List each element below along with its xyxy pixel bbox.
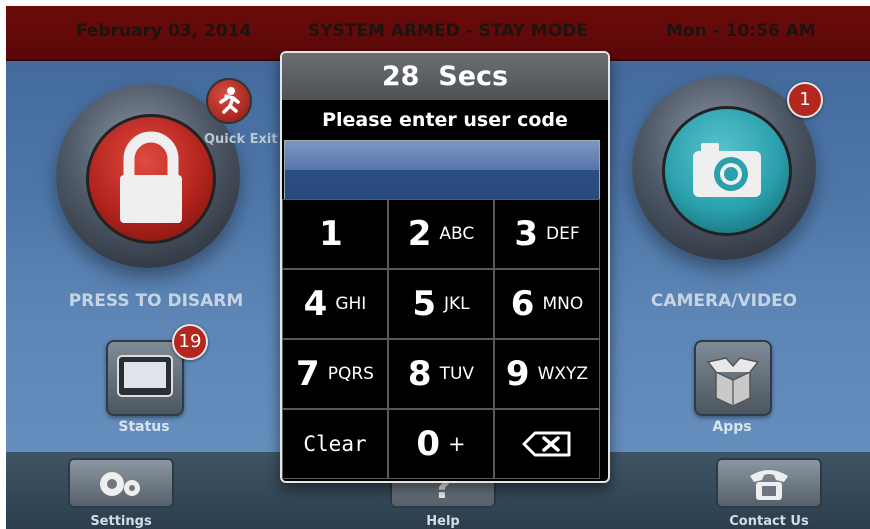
key-4-letters: GHI (335, 294, 367, 314)
settings-button[interactable] (68, 458, 174, 508)
arm-status-text: SYSTEM ARMED - STAY MODE (308, 21, 588, 41)
key-3-letters: DEF (546, 224, 580, 244)
apps-label: Apps (712, 419, 752, 435)
clear-button[interactable]: Clear (282, 409, 388, 479)
key-0[interactable]: 0 + (388, 409, 494, 479)
code-prompt: Please enter user code (282, 100, 608, 140)
key-3[interactable]: 3 DEF (494, 199, 600, 269)
key-8-letters: TUV (439, 364, 475, 384)
header-time: Mon - 10:56 AM (666, 21, 816, 41)
tablet-icon (117, 355, 173, 397)
key-2[interactable]: 2 ABC (388, 199, 494, 269)
key-8-number: 8 (407, 354, 432, 394)
key-6-number: 6 (510, 284, 535, 324)
camera-badge: 1 (787, 82, 823, 118)
key-8[interactable]: 8 TUV (388, 339, 494, 409)
key-2-letters: ABC (439, 224, 475, 244)
camera-circle (662, 106, 792, 236)
key-5[interactable]: 5 JKL (388, 269, 494, 339)
key-9-number: 9 (505, 354, 530, 394)
settings-label: Settings (90, 514, 152, 529)
box-icon (706, 357, 760, 407)
key-5-letters: JKL (444, 294, 470, 314)
key-3-number: 3 (514, 214, 539, 254)
key-9[interactable]: 9 WXYZ (494, 339, 600, 409)
key-0-plus: + (448, 432, 466, 456)
key-7-letters: PQRS (327, 364, 374, 384)
key-4[interactable]: 4 GHI (282, 269, 388, 339)
key-7-number: 7 (296, 354, 320, 394)
key-0-number: 0 (416, 424, 441, 464)
quick-exit-button[interactable] (206, 78, 252, 124)
key-9-letters: WXYZ (537, 364, 589, 384)
apps-button[interactable] (694, 340, 772, 416)
contact-us-label: Contact Us (729, 514, 809, 529)
key-1-number: 1 (319, 214, 343, 254)
backspace-icon (522, 431, 571, 457)
key-1[interactable]: 1 (282, 199, 388, 269)
status-button[interactable] (106, 340, 184, 416)
status-label: Status (118, 419, 170, 435)
user-code-field[interactable] (284, 140, 600, 200)
quick-exit-label: Quick Exit (204, 132, 278, 147)
backspace-button[interactable] (494, 409, 600, 479)
alarm-panel-screen: February 03, 2014 SYSTEM ARMED - STAY MO… (6, 6, 870, 529)
key-6-letters: MNO (542, 294, 584, 314)
lock-icon (120, 131, 182, 223)
telephone-icon (750, 470, 788, 500)
status-badge: 19 (172, 324, 208, 360)
contact-us-button[interactable] (716, 458, 822, 508)
key-7[interactable]: 7 PQRS (282, 339, 388, 409)
lock-circle (86, 114, 216, 244)
user-code-dialog: 28 Secs Please enter user code 1 2 ABC 3… (280, 51, 610, 483)
running-man-icon (219, 87, 240, 114)
countdown-timer: 28 Secs (282, 53, 608, 100)
key-5-number: 5 (412, 284, 437, 324)
key-4-number: 4 (303, 284, 328, 324)
camera-icon (693, 143, 761, 197)
help-label: Help (426, 514, 460, 529)
gears-icon (100, 472, 140, 496)
disarm-label: PRESS TO DISARM (68, 291, 244, 311)
key-6[interactable]: 6 MNO (494, 269, 600, 339)
header-date: February 03, 2014 (76, 21, 252, 41)
key-2-number: 2 (407, 214, 432, 254)
camera-video-label: CAMERA/VIDEO (650, 291, 798, 311)
